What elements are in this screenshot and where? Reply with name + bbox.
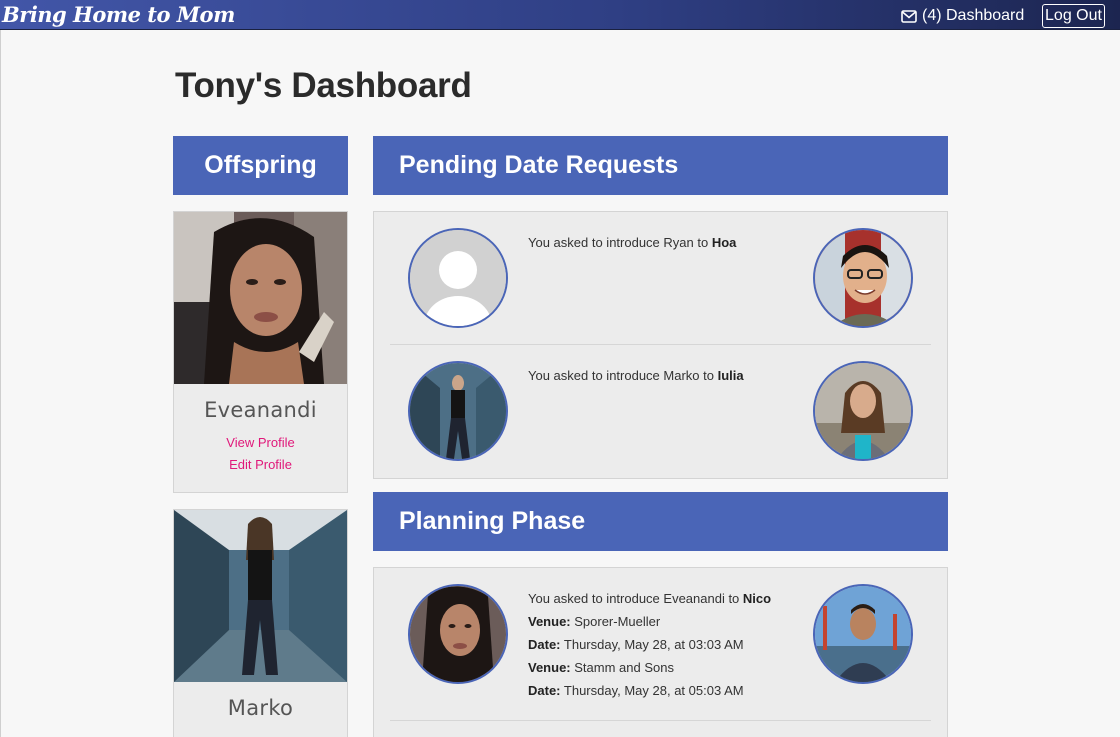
planning-text: You asked to introduce Eveanandi to Nico…	[528, 587, 771, 702]
offspring-avatar[interactable]	[408, 584, 508, 684]
offspring-card: Marko	[173, 509, 348, 737]
top-navbar: Bring Home to Mom (4) Dashboard Log Out	[0, 0, 1120, 30]
offspring-avatar[interactable]	[408, 361, 508, 461]
offspring-name: Marko	[227, 696, 294, 720]
brand-logo[interactable]: Bring Home to Mom	[2, 2, 235, 27]
page-title: Tony's Dashboard	[175, 66, 472, 105]
request-text: You asked to introduce Ryan to Hoa	[528, 235, 737, 250]
dashboard-link[interactable]: (4) Dashboard	[901, 6, 1024, 26]
offspring-header: Offspring	[173, 136, 348, 195]
planning-intro: You asked to introduce Eveanandi to Nico	[528, 591, 772, 606]
planning-phase-panel: You asked to introduce Eveanandi to Nico…	[373, 567, 948, 737]
envelope-icon	[901, 9, 917, 23]
venue-line: Venue: Stamm and Sons	[528, 660, 674, 675]
offspring-avatar[interactable]	[408, 228, 508, 328]
pending-requests-panel: You asked to introduce Ryan to Hoa You a…	[373, 211, 948, 479]
page-frame-line	[0, 30, 1, 737]
date-request-row: You asked to introduce Marko to Iulia	[374, 345, 947, 479]
request-text: You asked to introduce Marko to Iulia	[528, 368, 744, 383]
dashboard-link-label: (4) Dashboard	[922, 7, 1025, 24]
row-divider	[390, 720, 931, 721]
planning-row: You asked to introduce Eveanandi to Nico…	[374, 568, 947, 720]
match-avatar[interactable]	[813, 584, 913, 684]
view-profile-link[interactable]: View Profile	[174, 432, 347, 454]
logout-button[interactable]: Log Out	[1042, 4, 1105, 28]
match-avatar[interactable]	[813, 228, 913, 328]
offspring-photo[interactable]	[174, 510, 347, 682]
date-request-row: You asked to introduce Ryan to Hoa	[374, 212, 947, 344]
pending-requests-header: Pending Date Requests	[373, 136, 948, 195]
offspring-name: Eveanandi	[204, 398, 317, 422]
date-line: Date: Thursday, May 28, at 03:03 AM	[528, 637, 744, 652]
match-avatar[interactable]	[813, 361, 913, 461]
planning-phase-header: Planning Phase	[373, 492, 948, 551]
offspring-card: Eveanandi View Profile Edit Profile	[173, 211, 348, 493]
date-line: Date: Thursday, May 28, at 05:03 AM	[528, 683, 744, 698]
edit-profile-link[interactable]: Edit Profile	[174, 454, 347, 476]
venue-line: Venue: Sporer-Mueller	[528, 614, 661, 629]
offspring-photo[interactable]	[174, 212, 347, 384]
